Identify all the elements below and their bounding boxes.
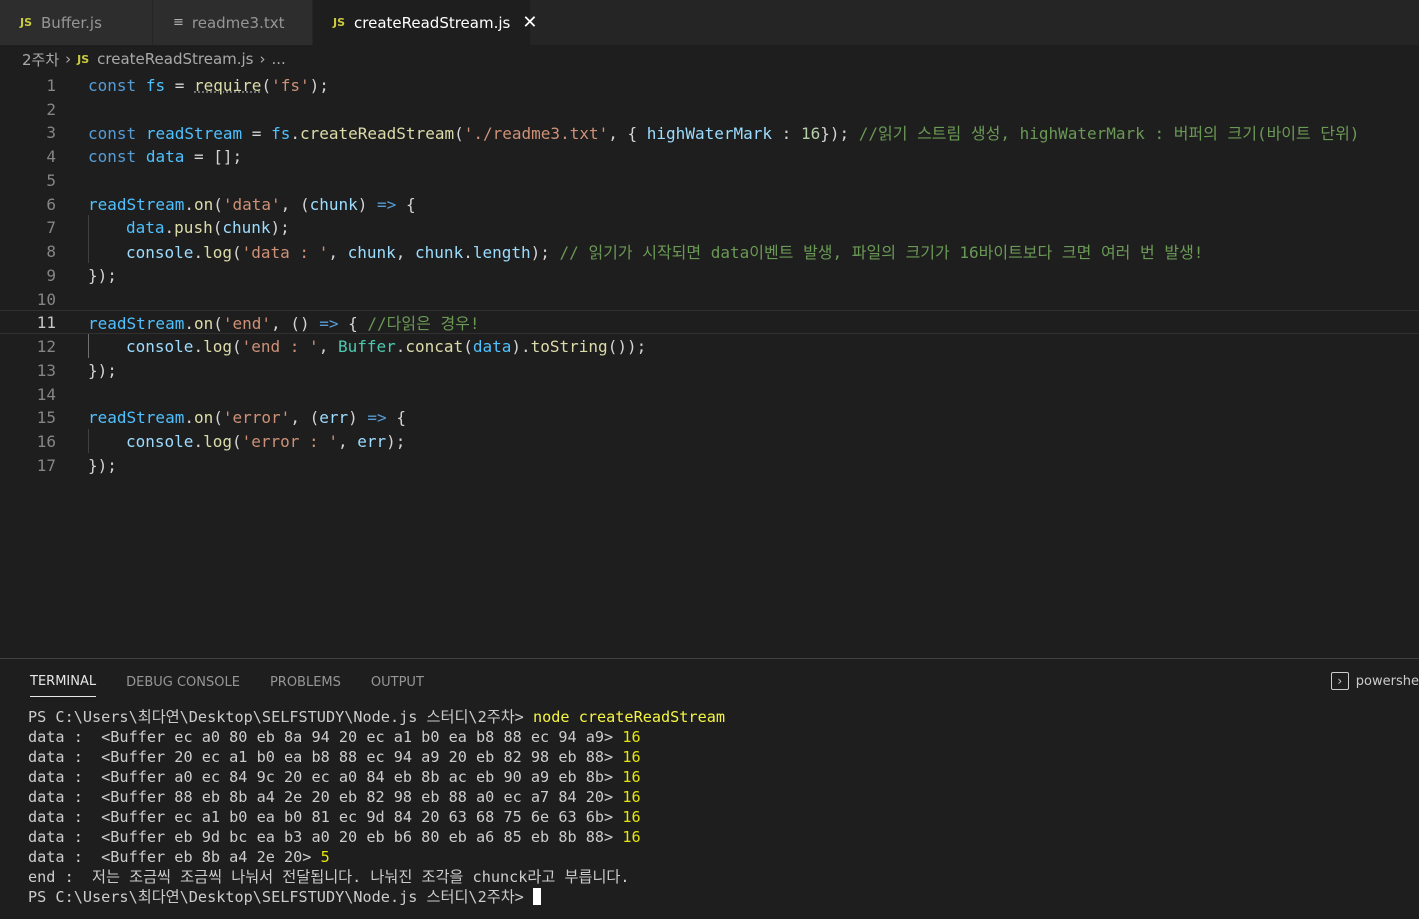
tab-debug-console[interactable]: DEBUG CONSOLE (126, 659, 240, 705)
terminal-cursor (532, 888, 541, 905)
javascript-file-icon: JS (20, 16, 33, 29)
breadcrumb-more[interactable]: ... (272, 50, 286, 68)
code-line: 15 readStream.on('error', (err) => { (0, 405, 1419, 429)
terminal-line: data : <Buffer 20 ec a1 b0 ea b8 88 ec 9… (28, 748, 641, 766)
tab-output[interactable]: OUTPUT (371, 659, 424, 705)
line-number: 4 (46, 146, 56, 166)
code-text: const readStream = fs.createReadStream('… (88, 124, 1360, 143)
code-line: 17 }); (0, 453, 1419, 477)
terminal-line: data : <Buffer 88 eb 8b a4 2e 20 eb 82 9… (28, 788, 641, 806)
code-text: }); (88, 360, 117, 380)
code-line: 8 console.log('data : ', chunk, chunk.le… (0, 239, 1419, 263)
indent-guide (88, 239, 89, 263)
code-text: readStream.on('data', (chunk) => { (88, 194, 416, 214)
code-line: 7 data.push(chunk); (0, 215, 1419, 239)
javascript-file-icon: JS (77, 52, 90, 66)
line-number: 16 (36, 431, 56, 451)
code-line: 13 }); (0, 358, 1419, 382)
line-number: 8 (46, 241, 56, 261)
code-line: 3 const readStream = fs.createReadStream… (0, 120, 1419, 144)
code-line: 9 }); (0, 263, 1419, 287)
terminal-output[interactable]: PS C:\Users\최다연\Desktop\SELFSTUDY\Node.j… (28, 707, 725, 907)
chevron-right-icon: › (65, 50, 72, 68)
code-text: readStream.on('error', (err) => { (88, 407, 406, 427)
code-line: 6 readStream.on('data', (chunk) => { (0, 192, 1419, 216)
terminal-line: data : <Buffer ec a0 80 eb 8a 94 20 ec a… (28, 728, 641, 746)
code-text: }); (88, 455, 117, 475)
chevron-right-icon: › (259, 50, 266, 68)
line-number: 17 (36, 455, 56, 475)
code-text: console.log('end : ', Buffer.concat(data… (126, 336, 647, 356)
line-number: 6 (46, 194, 56, 214)
editor-tab-bar: JS Buffer.js ≡ readme3.txt JS createRead… (0, 0, 1419, 45)
terminal-line: PS C:\Users\최다연\Desktop\SELFSTUDY\Node.j… (28, 887, 725, 907)
line-number: 14 (36, 384, 56, 404)
close-icon[interactable]: ✕ (522, 12, 537, 33)
terminal-line: data : <Buffer eb 8b a4 2e 20> 5 (28, 848, 330, 866)
code-text: readStream.on('end', () => { //다읽은 경우! (88, 314, 480, 333)
code-line: 12 console.log('end : ', Buffer.concat(d… (0, 334, 1419, 358)
tab-label: readme3.txt (191, 13, 285, 32)
tab-label: createReadStream.js (354, 13, 511, 32)
indent-guide (88, 429, 89, 453)
code-text: console.log('error : ', err); (126, 431, 406, 451)
code-editor[interactable]: 1 const fs = require('fs'); 2 3 const re… (0, 73, 1419, 658)
terminal-icon: › (1330, 672, 1349, 690)
code-text: const data = []; (88, 146, 243, 166)
code-line: 4 const data = []; (0, 144, 1419, 168)
terminal-line: data : <Buffer a0 ec 84 9c 20 ec a0 84 e… (28, 768, 641, 786)
code-text: }); (88, 265, 117, 285)
code-line: 2 (0, 97, 1419, 121)
code-line: 10 (0, 287, 1419, 311)
code-line: 14 (0, 382, 1419, 406)
code-line: 5 (0, 168, 1419, 192)
code-text: const fs = require('fs'); (88, 75, 329, 95)
indent-guide (88, 334, 89, 358)
terminal-shell-selector[interactable]: › powershe (1330, 672, 1419, 690)
code-line: 16 console.log('error : ', err); (0, 429, 1419, 453)
line-number: 1 (46, 75, 56, 95)
tab-buffer-js[interactable]: JS Buffer.js (0, 0, 153, 45)
tab-createreadstream-js[interactable]: JS createReadStream.js ✕ (313, 0, 537, 45)
line-number: 11 (36, 312, 56, 332)
terminal-line: data : <Buffer eb 9d bc ea b3 a0 20 eb b… (28, 828, 641, 846)
tab-label: Buffer.js (41, 13, 102, 32)
line-number: 13 (36, 360, 56, 380)
code-line: 1 const fs = require('fs'); (0, 73, 1419, 97)
code-text: data.push(chunk); (126, 217, 290, 237)
tab-terminal[interactable]: TERMINAL (30, 667, 97, 697)
line-number: 12 (36, 336, 56, 356)
breadcrumb-folder[interactable]: 2주차 (22, 49, 59, 70)
shell-name: powershe (1355, 673, 1419, 689)
breadcrumb: 2주차 › JS createReadStream.js › ... (0, 45, 1419, 73)
bottom-panel: TERMINAL DEBUG CONSOLE PROBLEMS OUTPUT ›… (0, 658, 1419, 919)
terminal-line: end : 저는 조금씩 조금씩 나눠서 전달됩니다. 나눠진 조각을 chun… (28, 868, 630, 886)
code-line-current: 11 readStream.on('end', () => { //다읽은 경우… (0, 310, 1419, 334)
line-number: 15 (36, 407, 56, 427)
line-number: 5 (46, 170, 56, 190)
panel-tab-bar: TERMINAL DEBUG CONSOLE PROBLEMS OUTPUT (0, 659, 1419, 705)
tab-problems[interactable]: PROBLEMS (270, 659, 341, 705)
line-number: 7 (46, 217, 56, 237)
line-number: 10 (36, 289, 56, 309)
line-number: 2 (46, 99, 56, 119)
terminal-line: PS C:\Users\최다연\Desktop\SELFSTUDY\Node.j… (28, 708, 726, 726)
terminal-line: data : <Buffer ec a1 b0 ea b0 81 ec 9d 8… (28, 808, 641, 826)
text-file-icon: ≡ (173, 15, 184, 30)
breadcrumb-file[interactable]: createReadStream.js (97, 50, 253, 68)
tab-readme3-txt[interactable]: ≡ readme3.txt (153, 0, 313, 45)
indent-guide (88, 215, 89, 239)
line-number: 3 (46, 122, 56, 142)
code-text: console.log('data : ', chunk, chunk.leng… (126, 243, 1204, 262)
javascript-file-icon: JS (333, 16, 346, 29)
line-number: 9 (46, 265, 56, 285)
